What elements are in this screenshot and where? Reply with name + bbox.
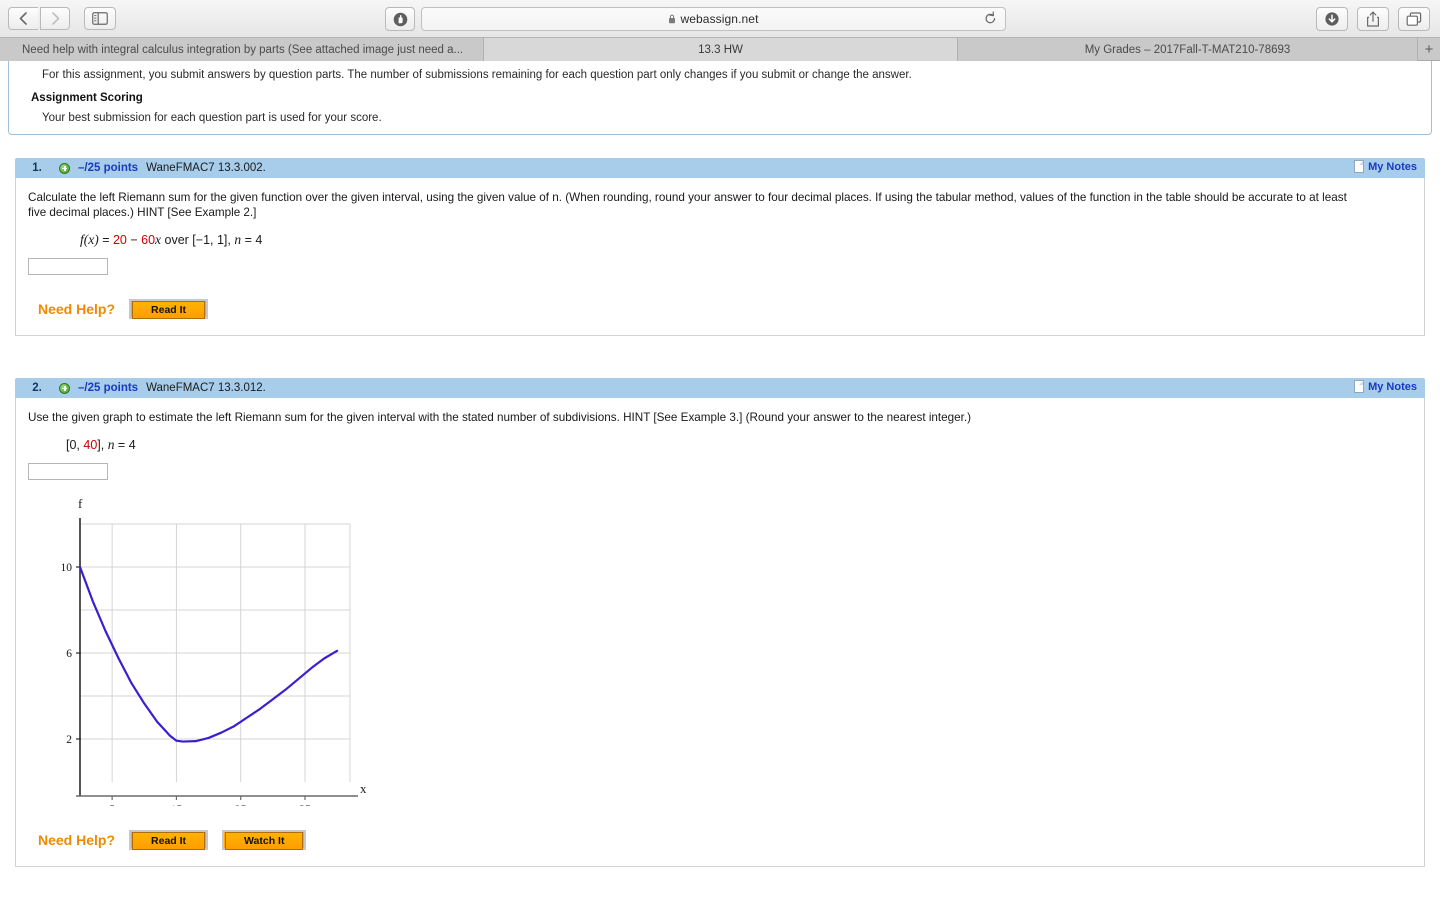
question-1-body: Calculate the left Riemann sum for the g… [15,178,1425,336]
question-1-read-it-button[interactable]: Read It [129,299,209,319]
tab-bar: Need help with integral calculus integra… [0,38,1440,61]
question-2-answer-input[interactable] [28,463,108,480]
note-page-icon [1354,380,1365,393]
browser-tab-0[interactable]: Need help with integral calculus integra… [0,38,484,61]
interval-open: [0, [66,438,84,452]
address-bar-area: webassign.net [385,7,1006,31]
graph-x-axis-label: x [360,781,367,796]
browser-tab-0-label: Need help with integral calculus integra… [22,43,464,56]
back-arrow-icon [19,12,27,25]
browser-tab-2[interactable]: My Grades – 2017Fall-T-MAT210-78693 [958,38,1418,61]
question-2-watch-it-button[interactable]: Watch It [222,830,307,850]
graph-y-tick-10: 10 [62,562,72,574]
url-input[interactable]: webassign.net [421,7,1006,31]
graph-gridlines [80,523,351,782]
question-2-number: 2. [32,382,42,394]
n-value: = 4 [114,438,136,452]
assignment-scoring-heading: Assignment Scoring [31,92,143,104]
share-button[interactable] [1357,7,1389,31]
expand-plus-icon[interactable] [59,162,70,174]
reload-button[interactable] [984,11,997,31]
tabs-overview-icon [1406,11,1422,26]
assignment-scoring-text: Your best submission for each question p… [42,112,382,124]
question-1-read-it-label: Read It [132,301,206,319]
question-2-interval: [0, 40], n = 4 [28,437,1424,453]
sidebar-toggle-icon [92,12,108,25]
new-tab-button[interactable]: + [1418,38,1440,60]
function-notation: f(x) [80,232,99,247]
riemann-sum-graph: f 10625152535 x [28,486,1424,806]
question-1-number: 1. [32,162,42,174]
reload-icon [985,11,996,24]
question-2-watch-it-label: Watch It [225,832,304,850]
submission-info-text: For this assignment, you submit answers … [42,69,912,81]
question-2: 2. –/25 points WaneFMAC7 13.3.012. My No… [15,378,1425,867]
equals-sign: = [98,233,113,247]
minus-sign: − [126,233,142,247]
question-1-need-help: Need Help? Read It [28,299,1424,319]
navigation-buttons [8,7,70,30]
url-text: webassign.net [680,12,759,26]
expand-plus-icon[interactable] [59,382,70,394]
question-1-prompt: Calculate the left Riemann sum for the g… [28,191,1347,219]
question-2-my-notes-button[interactable]: My Notes [1354,380,1417,393]
question-2-points: –/25 points [78,382,139,394]
note-page-icon [1354,160,1365,173]
n-value: = 4 [241,233,263,247]
interval-upper-bound: 40 [83,438,98,452]
coefficient-a: 20 [112,233,127,247]
new-tab-label: + [1424,40,1434,58]
page-content: For this assignment, you submit answers … [0,61,1440,900]
question-2-read-it-label: Read It [132,832,206,850]
browser-tab-1[interactable]: 13.3 HW [484,38,958,61]
forward-arrow-icon [51,12,59,25]
browser-tab-2-label: My Grades – 2017Fall-T-MAT210-78693 [1084,43,1291,56]
graph-x-tick-35: 35 [299,804,311,806]
toolbar-right-buttons [1316,7,1430,31]
graph-svg: f 10625152535 x [62,496,367,806]
question-1-header: 1. –/25 points WaneFMAC7 13.3.002. My No… [15,158,1425,178]
question-2-body: Use the given graph to estimate the left… [15,398,1425,867]
question-1-my-notes-button[interactable]: My Notes [1354,160,1417,173]
question-1-need-help-label: Need Help? [38,301,116,317]
interval-close: ], [97,438,108,452]
question-1-answer-input[interactable] [28,258,108,275]
question-1-code: WaneFMAC7 13.3.002. [146,162,266,174]
question-1-points: –/25 points [78,162,139,174]
content-blocker-button[interactable] [385,7,415,31]
question-2-need-help-label: Need Help? [38,832,116,848]
question-2-prompt: Use the given graph to estimate the left… [28,411,972,424]
back-button[interactable] [8,7,38,30]
coefficient-b: 60 [141,233,156,247]
question-1-my-notes-label: My Notes [1368,160,1417,173]
assignment-intro-box: For this assignment, you submit answers … [8,61,1432,135]
graph-x-tick-25: 25 [235,804,247,806]
graph-tick-labels: 10625152535 [62,562,311,806]
question-2-read-it-button[interactable]: Read It [129,830,209,850]
question-2-need-help: Need Help? Read It Watch It [28,830,1424,850]
question-1-expression: f(x) = 20 − 60x over [−1, 1], n = 4 [28,232,1424,248]
sidebar-toggle-button[interactable] [84,7,116,30]
question-2-header: 2. –/25 points WaneFMAC7 13.3.012. My No… [15,378,1425,398]
graph-y-tick-6: 6 [66,648,72,660]
tabs-overview-button[interactable] [1398,7,1430,31]
question-2-my-notes-label: My Notes [1368,380,1417,393]
content-blocker-icon [393,12,407,26]
graph-x-tick-15: 15 [171,804,183,806]
question-2-code: WaneFMAC7 13.3.012. [146,382,266,394]
question-1: 1. –/25 points WaneFMAC7 13.3.002. My No… [15,158,1425,336]
download-icon [1325,12,1339,26]
graph-y-tick-2: 2 [66,734,72,746]
downloads-button[interactable] [1316,7,1348,31]
interval-text: over [−1, 1], [161,233,235,247]
browser-toolbar: webassign.net [0,0,1440,38]
graph-x-tick-5: 5 [109,804,115,806]
share-icon [1367,11,1379,27]
graph-curve [78,565,339,743]
graph-y-axis-label: f [78,496,83,511]
forward-button[interactable] [40,7,70,30]
lock-icon [668,11,676,29]
browser-tab-1-label: 13.3 HW [698,43,743,56]
